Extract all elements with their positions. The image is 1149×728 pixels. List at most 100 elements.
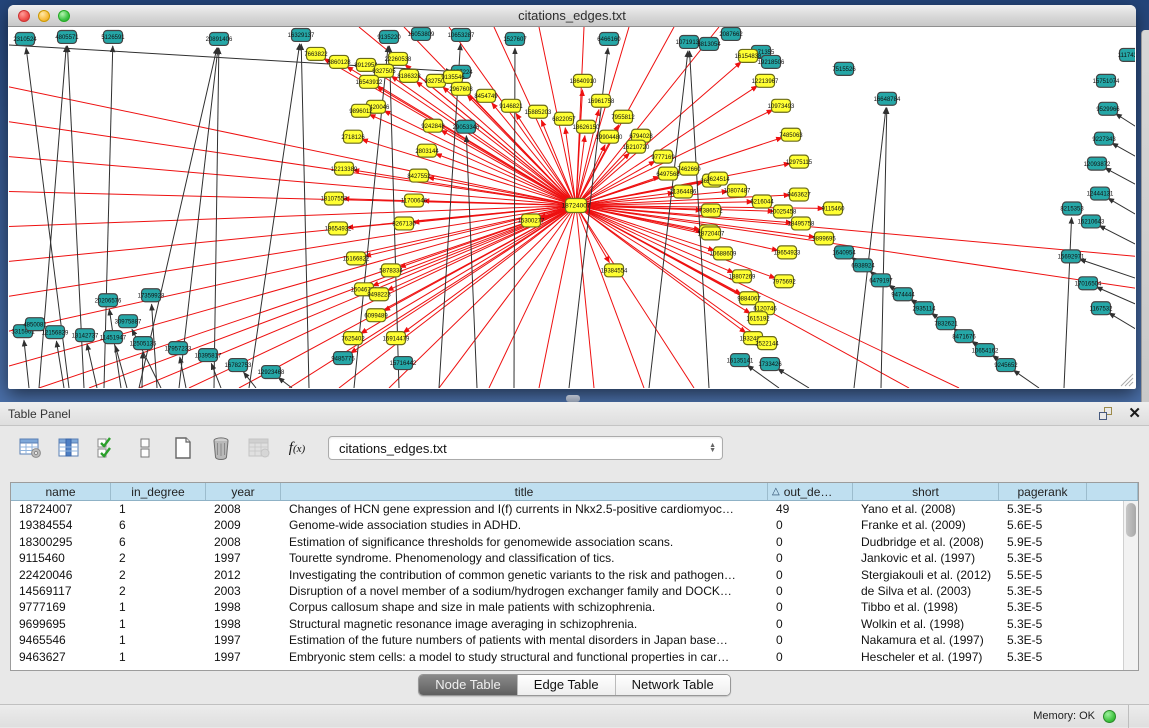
citation-edge-red[interactable] <box>9 206 576 367</box>
table-cell[interactable]: Genome-wide association studies in ADHD. <box>281 517 768 533</box>
citation-edge-black[interactable] <box>881 108 887 388</box>
table-cell[interactable]: 2 <box>111 583 206 599</box>
table-cell[interactable]: Structural magnetic resonance image aver… <box>281 616 768 632</box>
table-cell[interactable]: Estimation of the future numbers of pati… <box>281 632 768 648</box>
citation-edge-red[interactable] <box>373 70 576 206</box>
citation-edge-black[interactable] <box>1064 217 1072 388</box>
table-row[interactable]: 946554611997Estimation of the future num… <box>11 632 1138 648</box>
table-cell[interactable]: 2012 <box>206 567 281 583</box>
table-cell[interactable]: 1997 <box>206 550 281 566</box>
table-cell[interactable]: Hescheler et al. (1997) <box>853 649 999 665</box>
table-cell[interactable]: 18300295 <box>11 534 111 550</box>
tab-node-table[interactable]: Node Table <box>419 675 518 695</box>
table-row[interactable]: 1456911722003Disruption of a novel membe… <box>11 583 1138 599</box>
table-cell[interactable]: 14569117 <box>11 583 111 599</box>
table-row[interactable]: 911546021997Tourette syndrome. Phenomeno… <box>11 550 1138 566</box>
table-cell[interactable]: 1 <box>111 599 206 615</box>
table-cell[interactable]: 6 <box>111 517 206 533</box>
table-cell[interactable]: Stergiakouli et al. (2012) <box>853 567 999 583</box>
citation-edge-black[interactable] <box>1112 143 1135 157</box>
table-cell[interactable]: Changes of HCN gene expression and I(f) … <box>281 501 768 517</box>
citation-edge-red[interactable] <box>576 206 694 388</box>
table-cell[interactable]: Jankovic et al. (1997) <box>853 550 999 566</box>
column-header-title[interactable]: title <box>281 483 768 500</box>
merge-rows-button[interactable] <box>132 435 158 461</box>
table-cell[interactable]: 9777169 <box>11 599 111 615</box>
column-header-out_de[interactable]: △out_de… <box>768 483 853 500</box>
citation-edge-red[interactable] <box>576 206 1135 289</box>
citation-edge-black[interactable] <box>214 48 219 388</box>
citation-edge-black[interactable] <box>142 352 143 388</box>
table-cell[interactable]: Disruption of a novel member of a sodium… <box>281 583 768 599</box>
citation-edge-red[interactable] <box>9 206 576 227</box>
table-cell[interactable]: 5.3E-5 <box>999 616 1087 632</box>
table-cell[interactable]: 0 <box>768 567 853 583</box>
table-row[interactable]: 977716911998Corpus callosum shape and si… <box>11 599 1138 615</box>
table-row[interactable]: 946362711997Embryonic stem cells: a mode… <box>11 649 1138 665</box>
column-header-short[interactable]: short <box>853 483 999 500</box>
table-cell[interactable]: 2008 <box>206 501 281 517</box>
table-cell[interactable]: 1 <box>111 632 206 648</box>
new-table-button[interactable] <box>170 435 196 461</box>
citation-edge-black[interactable] <box>1099 226 1135 245</box>
table-cell[interactable]: 2008 <box>206 534 281 550</box>
citation-edge-red[interactable] <box>576 206 1135 257</box>
table-cell[interactable]: Embryonic stem cells: a model to study s… <box>281 649 768 665</box>
citation-edge-black[interactable] <box>1080 259 1135 278</box>
table-cell[interactable]: 9465546 <box>11 632 111 648</box>
table-cell[interactable]: 2009 <box>206 517 281 533</box>
table-cell[interactable]: 18724007 <box>11 501 111 517</box>
citation-edge-black[interactable] <box>778 369 809 388</box>
table-row[interactable]: 1830029562008Estimation of significance … <box>11 534 1138 550</box>
table-cell[interactable]: 0 <box>768 534 853 550</box>
network-window-titlebar[interactable]: citations_edges.txt <box>8 5 1136 27</box>
citation-edge-red[interactable] <box>441 130 576 205</box>
table-cell[interactable]: 0 <box>768 517 853 533</box>
citation-edge-red[interactable] <box>389 206 576 388</box>
column-visibility-button[interactable] <box>56 435 82 461</box>
table-cell[interactable]: Corpus callosum shape and size in male p… <box>281 599 768 615</box>
table-cell[interactable]: Tourette syndrome. Phenomenology and cla… <box>281 550 768 566</box>
zoom-window-icon[interactable] <box>58 10 70 22</box>
table-cell[interactable]: de Silva et al. (2003) <box>853 583 999 599</box>
table-cell[interactable]: 5.6E-5 <box>999 517 1087 533</box>
column-header-pagerank[interactable]: pagerank <box>999 483 1087 500</box>
delete-table-button[interactable] <box>208 435 234 461</box>
table-cell[interactable]: 1998 <box>206 616 281 632</box>
table-cell[interactable]: 6 <box>111 534 206 550</box>
table-cell[interactable]: 9699695 <box>11 616 111 632</box>
table-row[interactable]: 1938455462009Genome-wide association stu… <box>11 517 1138 533</box>
select-rows-button[interactable] <box>94 435 120 461</box>
close-panel-icon[interactable]: ✕ <box>1128 407 1141 421</box>
table-cell[interactable]: 1 <box>111 616 206 632</box>
table-cell[interactable]: Dudbridge et al. (2008) <box>853 534 999 550</box>
network-canvas[interactable]: 2310524480557151265912089140616329137913… <box>9 27 1135 388</box>
citation-edge-black[interactable] <box>1116 114 1135 127</box>
table-cell[interactable]: Tibbo et al. (1998) <box>853 599 999 615</box>
table-cell[interactable]: 2 <box>111 567 206 583</box>
citation-edge-black[interactable] <box>1013 370 1039 388</box>
table-cell[interactable]: 9115460 <box>11 550 111 566</box>
table-cell[interactable]: 1998 <box>206 599 281 615</box>
table-cell[interactable]: 5.3E-5 <box>999 599 1087 615</box>
import-table-button[interactable] <box>246 435 272 461</box>
table-cell[interactable]: 5.3E-5 <box>999 550 1087 566</box>
side-panel-edge[interactable] <box>1141 30 1149 402</box>
citation-edge-black[interactable] <box>179 48 218 388</box>
table-cell[interactable]: 1997 <box>206 632 281 648</box>
citation-edge-red[interactable] <box>539 206 576 388</box>
table-cell[interactable]: Wolkin et al. (1998) <box>853 616 999 632</box>
citation-edge-black[interactable] <box>1108 198 1135 214</box>
citation-edge-black[interactable] <box>115 346 127 388</box>
minimize-window-icon[interactable] <box>38 10 50 22</box>
citation-edge-black[interactable] <box>24 340 29 388</box>
citation-edge-red[interactable] <box>576 206 594 388</box>
table-cell[interactable]: 5.3E-5 <box>999 632 1087 648</box>
table-cell[interactable]: 0 <box>768 583 853 599</box>
table-cell[interactable]: 9463627 <box>11 649 111 665</box>
citation-edge-black[interactable] <box>1109 313 1135 329</box>
function-builder-button[interactable]: f(x) <box>284 435 310 461</box>
column-header-name[interactable]: name <box>11 483 111 500</box>
table-cell[interactable]: 19384554 <box>11 517 111 533</box>
table-row[interactable]: 2242004622012Investigating the contribut… <box>11 567 1138 583</box>
